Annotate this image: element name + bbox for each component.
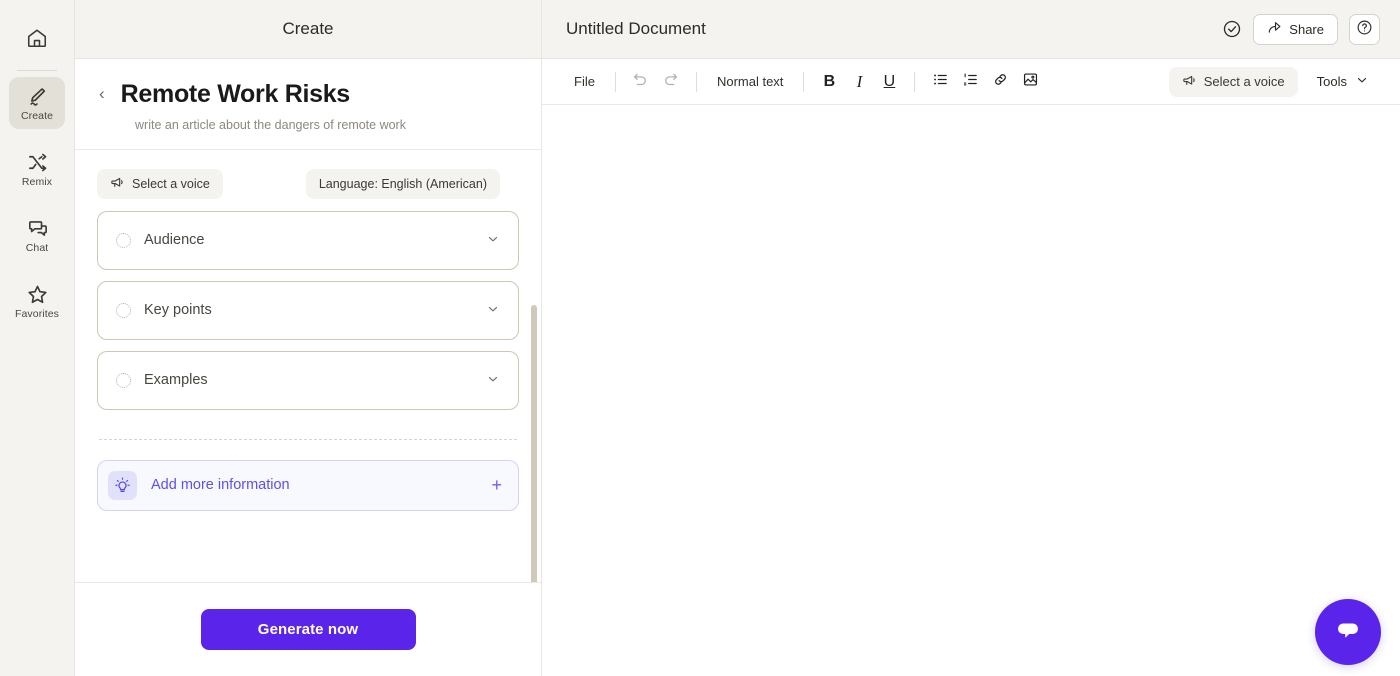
undo-button[interactable] [626,68,656,96]
document-header-actions: Share [1222,13,1380,45]
home-icon [26,27,48,49]
document-area: Untitled Document Share File Normal text… [542,0,1400,676]
sidebar-item-favorites[interactable]: Favorites [9,275,65,327]
link-icon [992,71,1009,93]
text-style-dropdown[interactable]: Normal text [707,68,793,95]
select-voice-chip-label: Select a voice [132,176,210,191]
generate-now-button[interactable]: Generate now [200,609,416,650]
accordion-examples[interactable]: Examples [97,350,519,410]
numbered-list-icon [962,71,979,93]
share-button[interactable]: Share [1253,13,1338,45]
accordion-label: Key points [144,302,212,319]
bold-button[interactable]: B [814,68,844,96]
add-more-information-label: Add more information [151,477,290,494]
pen-icon [26,85,49,108]
lightbulb-icon [108,470,137,500]
underline-button[interactable]: U [874,68,904,96]
document-header: Untitled Document Share [542,0,1400,59]
project-title-block: ‹ Remote Work Risks write an article abo… [75,59,541,150]
underline-icon: U [883,72,896,90]
sidebar-item-label: Chat [25,241,49,254]
toolbar-divider [614,71,616,92]
chevron-down-icon [486,372,500,388]
megaphone-icon [1182,73,1197,91]
plus-icon: + [491,475,502,496]
chevron-down-icon [486,302,500,318]
insert-link-button[interactable] [985,68,1015,96]
share-arrow-icon [1267,20,1282,38]
home-button[interactable] [15,16,59,60]
toolbar-divider [914,71,916,92]
panel-scrollbar[interactable] [531,304,537,582]
tools-dropdown[interactable]: Tools [1305,66,1380,97]
sidebar-item-chat[interactable]: Chat [9,209,65,261]
sidebar-item-create[interactable]: Create [9,77,65,129]
undo-icon [632,71,649,93]
page-title: Remote Work Risks [120,80,351,108]
shuffle-icon [26,151,49,174]
numbered-list-button[interactable] [955,68,985,96]
app-root: Create Remix Chat Favorites Create ‹ Rem… [0,0,1400,676]
create-panel-body: Select a voice Language: English (Americ… [75,150,541,582]
select-voice-chip[interactable]: Select a voice [97,168,223,199]
create-panel-footer: Generate now [75,582,541,676]
tools-label: Tools [1316,74,1347,89]
status-dot-icon [116,302,131,318]
accordion-audience[interactable]: Audience [97,210,519,270]
section-divider [99,438,517,440]
chat-bubble-icon [1332,614,1364,651]
image-icon [1022,71,1039,93]
toolbar-divider [803,71,805,92]
chevron-down-icon [486,232,500,248]
status-dot-icon [116,372,131,388]
chat-support-button[interactable] [1315,599,1381,665]
file-menu-button[interactable]: File [564,68,605,95]
document-canvas[interactable] [542,105,1400,676]
chat-icon [26,217,49,240]
create-panel: Create ‹ Remote Work Risks write an arti… [75,0,542,676]
language-chip[interactable]: Language: English (American) [305,168,500,199]
bold-icon: B [823,72,836,90]
italic-icon: I [856,72,863,91]
toolbar-divider [695,71,697,92]
bulleted-list-icon [932,71,949,93]
sidebar-item-label: Remix [21,175,53,188]
accordion-label: Audience [144,232,205,249]
chip-row: Select a voice Language: English (Americ… [97,150,519,211]
rail-divider [17,70,57,71]
redo-icon [662,71,679,93]
megaphone-icon [110,175,125,193]
editor-toolbar: File Normal text B I U Select a voice To… [542,59,1400,105]
status-dot-icon [116,232,131,248]
accordion-key-points[interactable]: Key points [97,280,519,340]
star-icon [26,283,49,306]
page-subtitle: write an article about the dangers of re… [135,117,406,132]
check-circle-icon[interactable] [1222,19,1242,39]
document-title[interactable]: Untitled Document [566,19,1222,39]
back-button[interactable]: ‹ [97,83,107,106]
add-more-information-button[interactable]: Add more information + [97,459,519,511]
question-circle-icon [1356,19,1373,39]
chevron-down-icon [1355,73,1369,90]
panel-title: Create [282,19,334,38]
left-nav-rail: Create Remix Chat Favorites [0,0,75,676]
accordion-label: Examples [144,372,208,389]
editor-select-voice-label: Select a voice [1203,74,1285,89]
sidebar-item-remix[interactable]: Remix [9,143,65,195]
italic-button[interactable]: I [844,68,874,96]
sidebar-item-label: Create [20,109,54,122]
bulleted-list-button[interactable] [925,68,955,96]
insert-image-button[interactable] [1015,68,1045,96]
share-button-label: Share [1289,21,1324,37]
create-panel-header: Create [75,0,541,59]
help-button[interactable] [1349,13,1380,45]
sidebar-item-label: Favorites [14,307,60,320]
redo-button[interactable] [656,68,686,96]
editor-select-voice-button[interactable]: Select a voice [1168,66,1298,97]
